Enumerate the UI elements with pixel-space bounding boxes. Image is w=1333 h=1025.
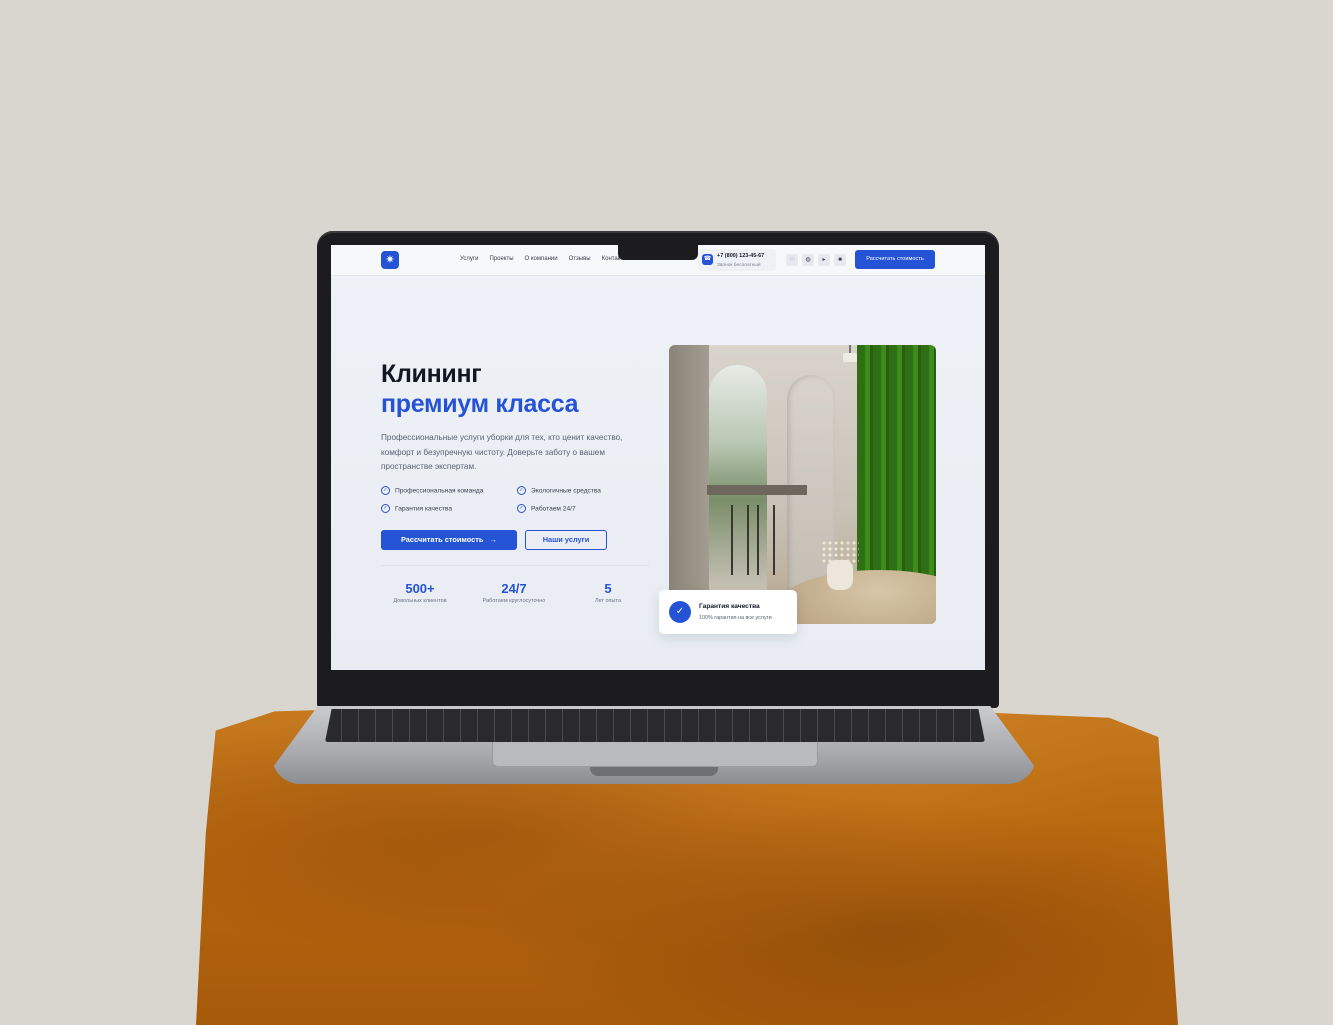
check-icon: ✓ (381, 504, 390, 513)
feature-label: Гарантия качества (395, 505, 453, 513)
photo-wall (669, 345, 709, 624)
main-menu: Услуги Проекты О компании Отзывы Контакт… (460, 256, 628, 262)
quality-badge: ✓ Гарантия качества 100% гарантия на все… (659, 590, 797, 634)
youtube-icon[interactable]: ▸ (818, 254, 830, 266)
check-icon: ✓ (381, 486, 390, 495)
photo-lamp (843, 353, 857, 362)
feature-item: ✓ Экологичные средства (517, 486, 601, 495)
laptop-lip (590, 767, 718, 776)
feature-label: Экологичные средства (531, 487, 601, 495)
hero-title-line2: премиум класса (381, 390, 579, 418)
camera-notch (618, 245, 698, 260)
check-icon: ✓ (517, 486, 526, 495)
discord-icon[interactable]: ◍ (802, 254, 814, 266)
stat-value: 24/7 (501, 581, 527, 596)
hero-title-line1: Клининг (381, 360, 482, 388)
photo-stool (731, 505, 749, 575)
phone-icon: ☎ (702, 254, 713, 265)
laptop-trackpad (492, 742, 818, 767)
badge-title: Гарантия качества (699, 603, 760, 610)
phone-number[interactable]: +7 (800) 123-45-67 (717, 253, 764, 259)
arrow-right-icon: → (485, 535, 498, 544)
calc-cost-label: Рассчитать стоимость (400, 535, 484, 544)
stat-label: Довольных клиентов (393, 598, 447, 604)
website-screen: ✷ Услуги Проекты О компании Отзывы Конта… (331, 245, 985, 670)
menu-item-reviews[interactable]: Отзывы (569, 256, 591, 262)
calc-cost-button[interactable]: Рассчитать стоимость → (381, 530, 517, 550)
header-calc-button[interactable]: Рассчитать стоимость (855, 250, 935, 269)
stat-value: 500+ (405, 581, 435, 596)
photo-stool (757, 505, 775, 575)
menu-item-services[interactable]: Услуги (460, 256, 478, 262)
our-services-button[interactable]: Наши услуги (525, 530, 607, 550)
feature-label: Работаем 24/7 (531, 505, 576, 513)
feature-item: ✓ Гарантия качества (381, 504, 452, 513)
photo-vase (827, 560, 853, 590)
badge-subtitle: 100% гарантия на все услуги (699, 615, 772, 621)
feature-label: Профессиональная команда (395, 487, 484, 495)
laptop-keyboard (325, 709, 985, 742)
divider (381, 565, 649, 566)
phone-block[interactable]: ☎ +7 (800) 123-45-67 Звонок бесплатный (698, 249, 776, 271)
feature-item: ✓ Профессиональная команда (381, 486, 483, 495)
photo-counter (707, 485, 807, 495)
stat-label: Лет опыта (594, 598, 622, 604)
hero-photo (669, 345, 936, 624)
check-icon: ✓ (517, 504, 526, 513)
menu-item-about[interactable]: О компании (525, 256, 558, 262)
check-circle-icon: ✓ (669, 601, 691, 623)
hero-lead: Профессиональные услуги уборки для тех, … (381, 433, 623, 471)
logo-icon[interactable]: ✷ (381, 251, 399, 269)
feature-item: ✓ Работаем 24/7 (517, 504, 576, 513)
phone-note: Звонок бесплатный (717, 263, 761, 268)
menu-item-projects[interactable]: Проекты (489, 256, 513, 262)
vk-icon[interactable]: ■ (834, 254, 846, 266)
chat-icon[interactable]: ◌ (786, 254, 798, 266)
stat-label: Работаем круглосуточно (482, 598, 546, 604)
stat-value: 5 (604, 581, 612, 596)
